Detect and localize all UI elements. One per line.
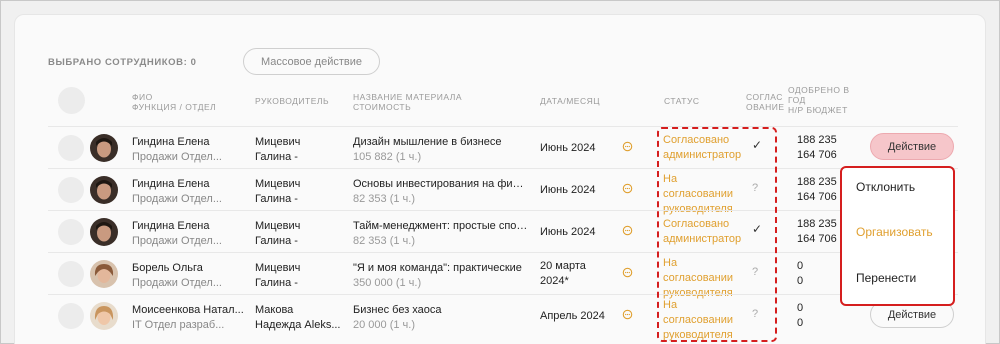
date-cell: 20 марта 2024* — [540, 260, 586, 287]
comment-icon[interactable] — [622, 309, 633, 320]
menu-item-reject[interactable]: Отклонить — [856, 180, 915, 194]
header-approval: СОГЛАС ОВАНИЕ — [746, 92, 785, 112]
budget-cell: 00 — [797, 260, 804, 287]
row-checkbox[interactable] — [58, 219, 84, 245]
row-checkbox[interactable] — [58, 261, 84, 287]
table-row[interactable]: Гиндина Елена Продажи Отдел... Мицевич Гал… — [48, 126, 958, 168]
date-cell: Июнь 2024 — [540, 184, 596, 196]
menu-item-organize[interactable]: Организовать — [856, 225, 933, 239]
table-row[interactable]: Гиндина Елена Продажи Отдел... Мицевич Гал… — [48, 210, 958, 252]
table-row[interactable]: Борель Ольга Продажи Отдел... Мицевич Гали… — [48, 252, 958, 299]
table-row[interactable]: Гиндина Елена Продажи Отдел... Мицевич Гал… — [48, 168, 958, 215]
date-cell: Июнь 2024 — [540, 226, 596, 238]
material-cell: Бизнес без хаоса 20 000 (1 ч.) — [353, 304, 442, 331]
avatar — [90, 302, 118, 330]
header-manager: РУКОВОДИТЕЛЬ — [255, 96, 330, 106]
header-status: СТАТУС — [664, 96, 700, 106]
material-cell: "Я и моя команда": практические 350 000 (… — [353, 262, 522, 289]
header-fio: ФИО ФУНКЦИЯ / ОТДЕЛ — [132, 92, 217, 112]
row-checkbox[interactable] — [58, 135, 84, 161]
comment-icon[interactable] — [622, 267, 633, 278]
employee-cell: Гиндина Елена Продажи Отдел... — [132, 178, 222, 205]
manager-cell: Макова Надежда Aleks... — [255, 304, 341, 331]
row-checkbox[interactable] — [58, 303, 84, 329]
avatar — [90, 176, 118, 204]
comment-icon[interactable] — [622, 141, 633, 152]
manager-cell: Мицевич Галина - — [255, 220, 301, 247]
manager-cell: Мицевич Галина - — [255, 262, 301, 289]
avatar — [90, 218, 118, 246]
action-button[interactable]: Действие — [870, 133, 954, 160]
table-row[interactable]: Моисеенкова Натал... IT Отдел разраб... М… — [48, 294, 958, 341]
header-approved-budget: ОДОБРЕНО В ГОД Н/Р БЮДЖЕТ — [788, 85, 850, 115]
employee-cell: Моисеенкова Натал... IT Отдел разраб... — [132, 304, 244, 331]
budget-cell: 188 235 164 706 — [797, 218, 837, 245]
menu-item-move[interactable]: Перенести — [856, 271, 916, 285]
date-cell: Июнь 2024 — [540, 142, 596, 154]
header-material: НАЗВАНИЕ МАТЕРИАЛА СТОИМОСТЬ — [353, 92, 463, 112]
comment-icon[interactable] — [622, 225, 633, 236]
comment-icon[interactable] — [622, 183, 633, 194]
action-dropdown-menu: Отклонить Организовать Перенести — [840, 166, 955, 306]
employee-cell: Гиндина Елена Продажи Отдел... — [132, 136, 222, 163]
header-date: ДАТА/МЕСЯЦ — [540, 96, 601, 106]
select-all-checkbox[interactable] — [58, 87, 85, 114]
manager-cell: Мицевич Галина - — [255, 178, 301, 205]
avatar — [90, 134, 118, 162]
date-cell: Апрель 2024 — [540, 310, 605, 322]
material-cell: Дизайн мышление в бизнесе 105 882 (1 ч.) — [353, 136, 502, 163]
employee-cell: Гиндина Елена Продажи Отдел... — [132, 220, 222, 247]
employee-cell: Борель Ольга Продажи Отдел... — [132, 262, 222, 289]
row-checkbox[interactable] — [58, 177, 84, 203]
budget-cell: 188 235 164 706 — [797, 176, 837, 203]
material-cell: Тайм-менеджмент: простые способы 82 353 (… — [353, 220, 528, 247]
budget-cell: 188 235 164 706 — [797, 134, 837, 161]
manager-cell: Мицевич Галина - — [255, 136, 301, 163]
avatar — [90, 260, 118, 288]
status-column-highlight — [657, 127, 777, 342]
material-cell: Основы инвестирования на финансовом рынк… — [353, 178, 528, 205]
mass-action-button[interactable]: Массовое действие — [243, 48, 380, 75]
selected-count-label: ВЫБРАНО СОТРУДНИКОВ: 0 — [48, 57, 197, 68]
budget-cell: 00 — [797, 302, 804, 329]
